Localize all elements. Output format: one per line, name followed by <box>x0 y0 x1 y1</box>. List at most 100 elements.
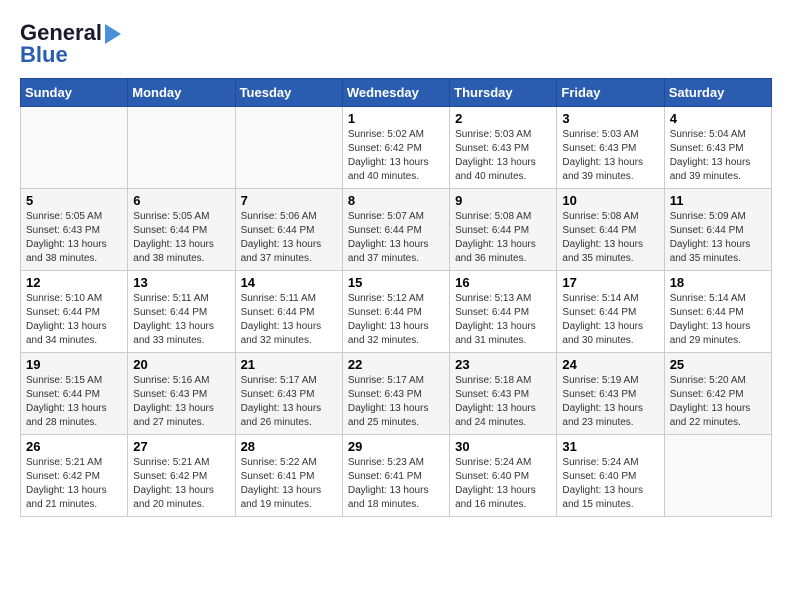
calendar-cell <box>21 107 128 189</box>
day-info: Sunrise: 5:11 AM Sunset: 6:44 PM Dayligh… <box>241 292 337 348</box>
day-header-tuesday: Tuesday <box>235 79 342 107</box>
day-info: Sunrise: 5:03 AM Sunset: 6:43 PM Dayligh… <box>455 128 551 184</box>
page-header: General Blue <box>20 20 772 68</box>
calendar-cell: 3Sunrise: 5:03 AM Sunset: 6:43 PM Daylig… <box>557 107 664 189</box>
calendar-cell: 19Sunrise: 5:15 AM Sunset: 6:44 PM Dayli… <box>21 353 128 435</box>
day-info: Sunrise: 5:20 AM Sunset: 6:42 PM Dayligh… <box>670 374 766 430</box>
header-row: SundayMondayTuesdayWednesdayThursdayFrid… <box>21 79 772 107</box>
day-header-saturday: Saturday <box>664 79 771 107</box>
day-info: Sunrise: 5:22 AM Sunset: 6:41 PM Dayligh… <box>241 456 337 512</box>
calendar-cell: 12 Sunrise: 5:10 AM Sunset: 6:44 PM Dayli… <box>21 271 128 353</box>
day-number: 28 <box>241 439 337 454</box>
logo: General Blue <box>20 20 121 68</box>
day-info: Sunrise: 5:07 AM Sunset: 6:44 PM Dayligh… <box>348 210 444 266</box>
day-number: 6 <box>133 193 229 208</box>
day-info: Sunrise: 5:13 AM Sunset: 6:44 PM Dayligh… <box>455 292 551 348</box>
calendar-cell: 4 Sunrise: 5:04 AM Sunset: 6:43 PM Daylig… <box>664 107 771 189</box>
day-number: 12 <box>26 275 122 290</box>
day-info: Sunrise: 5:17 AM Sunset: 6:43 PM Dayligh… <box>348 374 444 430</box>
day-info: Sunrise: 5:24 AM Sunset: 6:40 PM Dayligh… <box>455 456 551 512</box>
calendar-cell: 26Sunrise: 5:21 AM Sunset: 6:42 PM Dayli… <box>21 435 128 517</box>
calendar-cell: 28 Sunrise: 5:22 AM Sunset: 6:41 PM Dayli… <box>235 435 342 517</box>
day-info: Sunrise: 5:21 AM Sunset: 6:42 PM Dayligh… <box>133 456 229 512</box>
calendar-cell: 8 Sunrise: 5:07 AM Sunset: 6:44 PM Daylig… <box>342 189 449 271</box>
day-info: Sunrise: 5:17 AM Sunset: 6:43 PM Dayligh… <box>241 374 337 430</box>
calendar-cell: 11 Sunrise: 5:09 AM Sunset: 6:44 PM Dayli… <box>664 189 771 271</box>
day-number: 14 <box>241 275 337 290</box>
calendar-cell: 5 Sunrise: 5:05 AM Sunset: 6:43 PM Daylig… <box>21 189 128 271</box>
calendar-cell: 24 Sunrise: 5:19 AM Sunset: 6:43 PM Dayli… <box>557 353 664 435</box>
day-info: Sunrise: 5:11 AM Sunset: 6:44 PM Dayligh… <box>133 292 229 348</box>
day-number: 21 <box>241 357 337 372</box>
calendar-cell: 14 Sunrise: 5:11 AM Sunset: 6:44 PM Dayli… <box>235 271 342 353</box>
week-row-2: 5 Sunrise: 5:05 AM Sunset: 6:43 PM Daylig… <box>21 189 772 271</box>
day-number: 8 <box>348 193 444 208</box>
day-info: Sunrise: 5:16 AM Sunset: 6:43 PM Dayligh… <box>133 374 229 430</box>
calendar-cell: 9 Sunrise: 5:08 AM Sunset: 6:44 PM Daylig… <box>450 189 557 271</box>
day-info: Sunrise: 5:24 AM Sunset: 6:40 PM Dayligh… <box>562 456 658 512</box>
day-number: 24 <box>562 357 658 372</box>
day-number: 9 <box>455 193 551 208</box>
calendar-cell: 27 Sunrise: 5:21 AM Sunset: 6:42 PM Dayli… <box>128 435 235 517</box>
day-number: 13 <box>133 275 229 290</box>
calendar-cell: 7 Sunrise: 5:06 AM Sunset: 6:44 PM Daylig… <box>235 189 342 271</box>
day-info: Sunrise: 5:14 AM Sunset: 6:44 PM Dayligh… <box>562 292 658 348</box>
week-row-4: 19Sunrise: 5:15 AM Sunset: 6:44 PM Dayli… <box>21 353 772 435</box>
day-number: 23 <box>455 357 551 372</box>
day-number: 10 <box>562 193 658 208</box>
calendar-cell: 30 Sunrise: 5:24 AM Sunset: 6:40 PM Dayli… <box>450 435 557 517</box>
day-info: Sunrise: 5:18 AM Sunset: 6:43 PM Dayligh… <box>455 374 551 430</box>
day-header-friday: Friday <box>557 79 664 107</box>
calendar-cell: 10 Sunrise: 5:08 AM Sunset: 6:44 PM Dayli… <box>557 189 664 271</box>
calendar-cell: 15 Sunrise: 5:12 AM Sunset: 6:44 PM Dayli… <box>342 271 449 353</box>
day-info: Sunrise: 5:05 AM Sunset: 6:44 PM Dayligh… <box>133 210 229 266</box>
day-header-sunday: Sunday <box>21 79 128 107</box>
calendar-cell: 2 Sunrise: 5:03 AM Sunset: 6:43 PM Daylig… <box>450 107 557 189</box>
day-info: Sunrise: 5:12 AM Sunset: 6:44 PM Dayligh… <box>348 292 444 348</box>
day-number: 1 <box>348 111 444 126</box>
calendar-cell: 22Sunrise: 5:17 AM Sunset: 6:43 PM Dayli… <box>342 353 449 435</box>
day-info: Sunrise: 5:08 AM Sunset: 6:44 PM Dayligh… <box>455 210 551 266</box>
day-number: 18 <box>670 275 766 290</box>
week-row-3: 12 Sunrise: 5:10 AM Sunset: 6:44 PM Dayli… <box>21 271 772 353</box>
calendar-cell: 13 Sunrise: 5:11 AM Sunset: 6:44 PM Dayli… <box>128 271 235 353</box>
day-info: Sunrise: 5:08 AM Sunset: 6:44 PM Dayligh… <box>562 210 658 266</box>
calendar-cell: 20 Sunrise: 5:16 AM Sunset: 6:43 PM Dayli… <box>128 353 235 435</box>
day-number: 5 <box>26 193 122 208</box>
calendar-cell <box>664 435 771 517</box>
day-info: Sunrise: 5:06 AM Sunset: 6:44 PM Dayligh… <box>241 210 337 266</box>
day-number: 31 <box>562 439 658 454</box>
day-info: Sunrise: 5:04 AM Sunset: 6:43 PM Dayligh… <box>670 128 766 184</box>
day-info: Sunrise: 5:14 AM Sunset: 6:44 PM Dayligh… <box>670 292 766 348</box>
day-header-monday: Monday <box>128 79 235 107</box>
day-number: 27 <box>133 439 229 454</box>
logo-blue: Blue <box>20 42 68 68</box>
day-number: 29 <box>348 439 444 454</box>
calendar-table: SundayMondayTuesdayWednesdayThursdayFrid… <box>20 78 772 517</box>
day-number: 25 <box>670 357 766 372</box>
day-number: 16 <box>455 275 551 290</box>
day-number: 15 <box>348 275 444 290</box>
day-info: Sunrise: 5:21 AM Sunset: 6:42 PM Dayligh… <box>26 456 122 512</box>
day-number: 7 <box>241 193 337 208</box>
calendar-cell: 31 Sunrise: 5:24 AM Sunset: 6:40 PM Dayli… <box>557 435 664 517</box>
day-info: Sunrise: 5:05 AM Sunset: 6:43 PM Dayligh… <box>26 210 122 266</box>
day-info: Sunrise: 5:19 AM Sunset: 6:43 PM Dayligh… <box>562 374 658 430</box>
calendar-cell: 6 Sunrise: 5:05 AM Sunset: 6:44 PM Daylig… <box>128 189 235 271</box>
calendar-cell <box>235 107 342 189</box>
logo-arrow-icon <box>105 24 121 44</box>
calendar-cell: 21 Sunrise: 5:17 AM Sunset: 6:43 PM Dayli… <box>235 353 342 435</box>
day-info: Sunrise: 5:15 AM Sunset: 6:44 PM Dayligh… <box>26 374 122 430</box>
day-number: 2 <box>455 111 551 126</box>
day-number: 20 <box>133 357 229 372</box>
day-info: Sunrise: 5:09 AM Sunset: 6:44 PM Dayligh… <box>670 210 766 266</box>
day-number: 17 <box>562 275 658 290</box>
day-number: 30 <box>455 439 551 454</box>
day-number: 11 <box>670 193 766 208</box>
day-info: Sunrise: 5:10 AM Sunset: 6:44 PM Dayligh… <box>26 292 122 348</box>
calendar-cell: 1Sunrise: 5:02 AM Sunset: 6:42 PM Daylig… <box>342 107 449 189</box>
day-number: 4 <box>670 111 766 126</box>
day-info: Sunrise: 5:23 AM Sunset: 6:41 PM Dayligh… <box>348 456 444 512</box>
week-row-1: 1Sunrise: 5:02 AM Sunset: 6:42 PM Daylig… <box>21 107 772 189</box>
day-header-thursday: Thursday <box>450 79 557 107</box>
